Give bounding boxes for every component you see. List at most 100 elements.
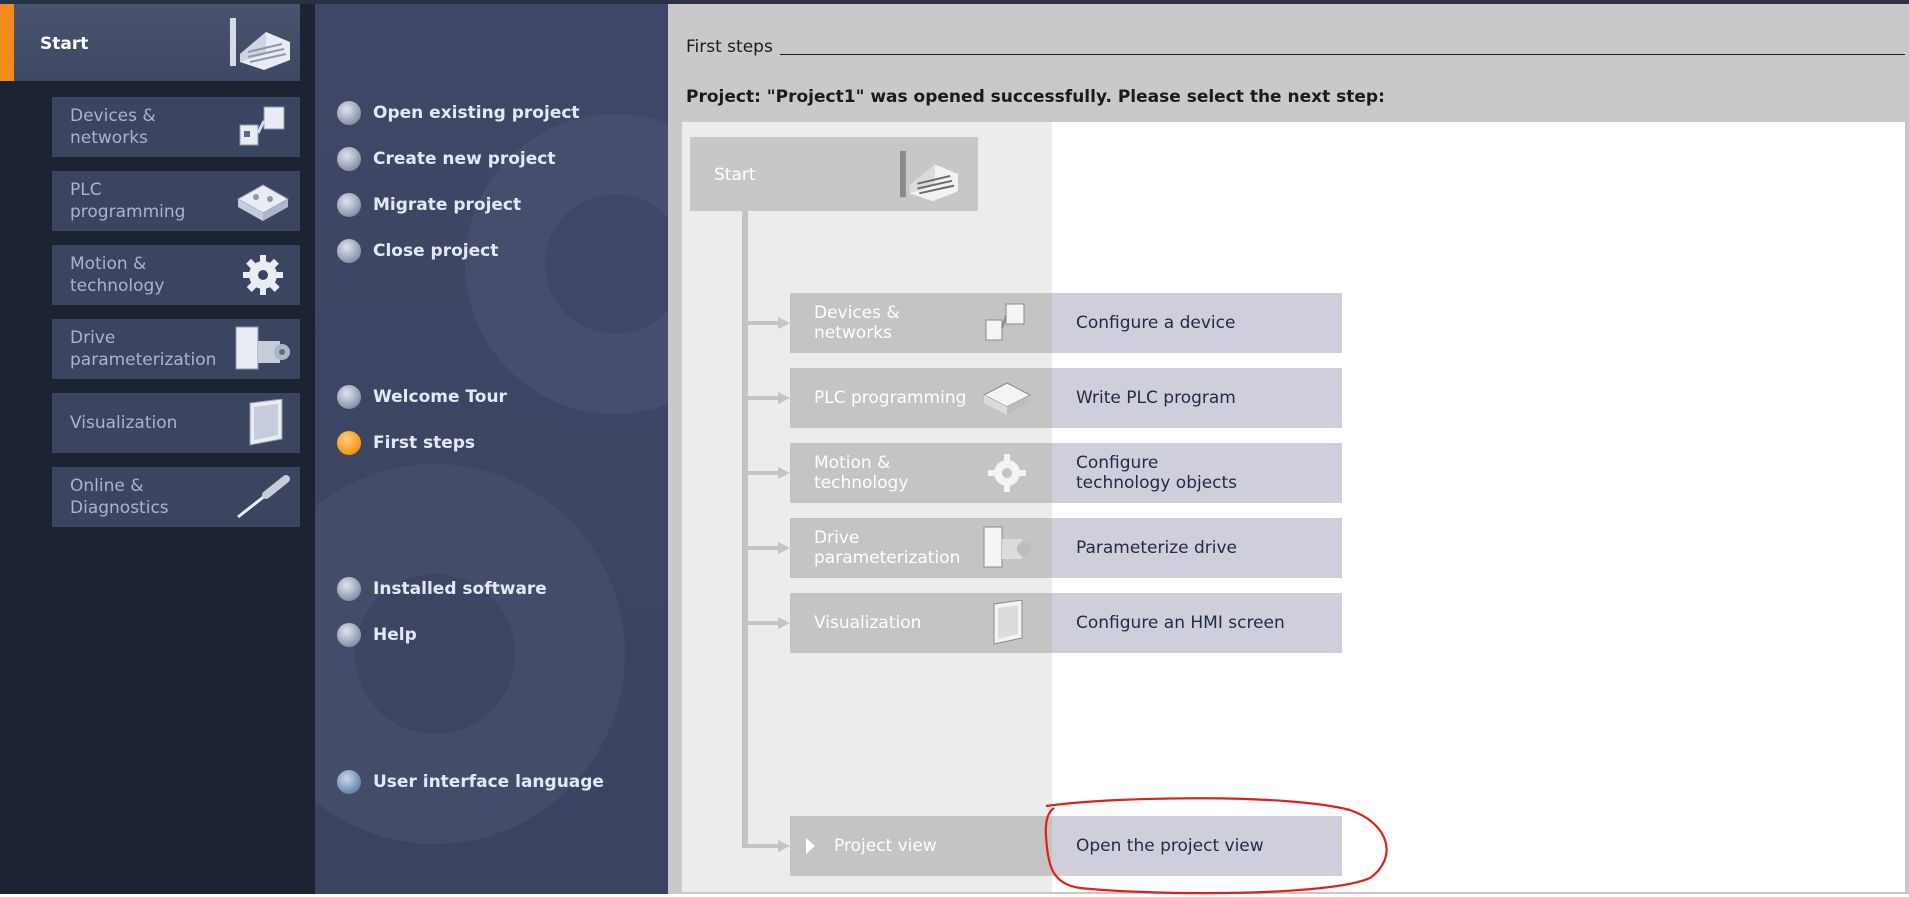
step-action-label: Configure a device: [1076, 313, 1236, 333]
nav-item-label: Online & Diagnostics: [70, 476, 169, 518]
migrate-project[interactable]: Migrate project: [337, 191, 521, 219]
nav-item-label: Drive parameterization: [70, 328, 217, 370]
welcome-tour[interactable]: Welcome Tour: [337, 383, 507, 411]
parameterize-drive-link[interactable]: Parameterize drive: [1052, 518, 1342, 578]
globe-icon: [337, 770, 361, 794]
action-label: First steps: [373, 433, 476, 453]
step-label: Drive parameterization: [814, 528, 961, 568]
page-title: First steps: [686, 37, 773, 57]
action-panel: Open existing project Create new project…: [315, 4, 668, 894]
plc-icon: [236, 184, 290, 221]
step-visualization: Visualization Configure an HMI screen: [742, 593, 1342, 653]
user-interface-language[interactable]: User interface language: [337, 768, 604, 796]
nav-start[interactable]: Start: [0, 4, 300, 81]
step-label: Motion & technology: [814, 453, 909, 493]
flow-arrow-icon: [742, 617, 790, 629]
open-existing-project[interactable]: Open existing project: [337, 99, 580, 127]
nav-item-label: Motion & technology: [70, 254, 165, 296]
flow-start-tile: Start: [690, 137, 978, 211]
hmi-panel-icon: [993, 600, 1023, 645]
step-portal-tile: PLC programming: [790, 368, 1052, 428]
radio-dot-icon: [337, 239, 361, 263]
nav-motion-technology[interactable]: Motion & technology: [52, 245, 300, 305]
nav-drive-parameterization[interactable]: Drive parameterization: [52, 319, 300, 379]
status-message: Project: "Project1" was opened successfu…: [686, 87, 1385, 107]
step-portal-tile: Drive parameterization: [790, 518, 1052, 578]
action-label: Welcome Tour: [373, 387, 507, 407]
project-view-tile[interactable]: Project view: [790, 816, 1052, 876]
step-label: Visualization: [814, 613, 922, 633]
step-action-label: Configure technology objects: [1076, 453, 1238, 493]
step-drive-parameterization: Drive parameterization Parameterize driv…: [742, 518, 1342, 578]
step-action-label: Parameterize drive: [1076, 538, 1237, 558]
action-label: Help: [373, 625, 417, 645]
devices-icon: [985, 303, 1025, 341]
factory-icon: [230, 18, 290, 70]
portal-nav: Start Devices & networks PLC programming: [0, 4, 315, 894]
step-action-label: Open the project view: [1076, 836, 1264, 856]
close-project[interactable]: Close project: [337, 237, 498, 265]
flow-arrow-icon: [742, 840, 790, 852]
radio-dot-icon: [337, 577, 361, 601]
step-plc-programming: PLC programming Write PLC program: [742, 368, 1342, 428]
radio-dot-icon: [337, 623, 361, 647]
step-portal-tile: Visualization: [790, 593, 1052, 653]
action-label: User interface language: [373, 772, 604, 792]
flow-start-label: Start: [714, 165, 756, 185]
step-devices-networks: Devices & networks Configure a device: [742, 293, 1342, 353]
action-label: Create new project: [373, 149, 556, 169]
nav-item-label: PLC programming: [70, 180, 186, 222]
first-steps[interactable]: First steps: [337, 429, 475, 457]
plc-icon: [982, 382, 1032, 415]
step-action-label: Configure an HMI screen: [1076, 613, 1285, 633]
step-action-label: Write PLC program: [1076, 388, 1236, 408]
step-label: PLC programming: [814, 388, 967, 408]
help[interactable]: Help: [337, 621, 417, 649]
steps-canvas: Start Devices & networks Configure a dev…: [682, 122, 1905, 892]
gear-icon: [243, 255, 283, 295]
radio-dot-icon: [337, 385, 361, 409]
screwdriver-icon: [237, 475, 290, 519]
open-project-view-link[interactable]: Open the project view: [1052, 816, 1342, 876]
expand-arrow-icon: [806, 838, 815, 854]
step-project-view: Project view Open the project view: [742, 816, 1342, 876]
nav-plc-programming[interactable]: PLC programming: [52, 171, 300, 231]
step-portal-tile: Devices & networks: [790, 293, 1052, 353]
step-label: Devices & networks: [814, 303, 900, 343]
action-label: Migrate project: [373, 195, 522, 215]
step-label: Project view: [834, 836, 937, 856]
step-portal-tile: Motion & technology: [790, 443, 1052, 503]
action-label: Close project: [373, 241, 499, 261]
configure-technology-objects-link[interactable]: Configure technology objects: [1052, 443, 1342, 503]
create-new-project[interactable]: Create new project: [337, 145, 555, 173]
nav-item-label: Visualization: [70, 413, 178, 433]
write-plc-program-link[interactable]: Write PLC program: [1052, 368, 1342, 428]
first-steps-pane: First steps Project: "Project1" was open…: [668, 4, 1909, 894]
step-motion-technology: Motion & technology Configure technology…: [742, 443, 1342, 503]
title-divider: [780, 54, 1905, 55]
configure-device-link[interactable]: Configure a device: [1052, 293, 1342, 353]
steps-band: [682, 122, 1052, 892]
nav-devices-networks[interactable]: Devices & networks: [52, 97, 300, 157]
drive-icon: [235, 326, 290, 370]
flow-connector: [742, 211, 748, 847]
nav-online-diagnostics[interactable]: Online & Diagnostics: [52, 467, 300, 527]
gear-icon: [988, 454, 1026, 492]
nav-item-label: Devices & networks: [70, 106, 156, 148]
active-dot-icon: [337, 431, 361, 455]
radio-dot-icon: [337, 147, 361, 171]
nav-start-label: Start: [40, 34, 89, 54]
nav-visualization[interactable]: Visualization: [52, 393, 300, 453]
drive-icon: [983, 526, 1031, 568]
flow-arrow-icon: [742, 392, 790, 404]
flow-arrow-icon: [742, 467, 790, 479]
action-label: Installed software: [373, 579, 547, 599]
hmi-panel-icon: [249, 399, 283, 446]
active-accent: [0, 4, 14, 81]
flow-arrow-icon: [742, 542, 790, 554]
radio-dot-icon: [337, 101, 361, 125]
flow-arrow-icon: [742, 317, 790, 329]
factory-icon: [900, 150, 958, 202]
configure-hmi-screen-link[interactable]: Configure an HMI screen: [1052, 593, 1342, 653]
installed-software[interactable]: Installed software: [337, 575, 547, 603]
